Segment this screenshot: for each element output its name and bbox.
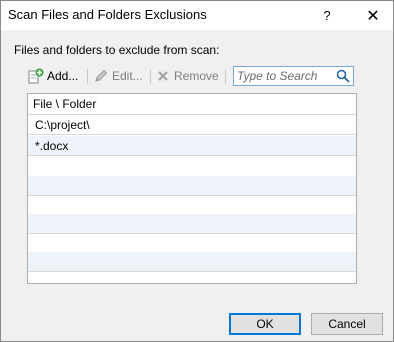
empty-row [28, 252, 356, 272]
remove-x-icon [155, 68, 171, 84]
search-icon[interactable] [336, 69, 350, 83]
empty-row [28, 176, 356, 196]
empty-row [28, 271, 356, 283]
dialog-title: Scan Files and Folders Exclusions [8, 7, 207, 22]
list-item[interactable]: C:\project\ [28, 115, 356, 135]
toolbar-separator [225, 69, 226, 84]
group-label: Files and folders to exclude from scan: [14, 43, 220, 57]
add-icon [28, 68, 44, 84]
exclusions-dialog: Scan Files and Folders Exclusions ? ✕ Fi… [0, 0, 394, 342]
empty-row [28, 157, 356, 177]
toolbar-separator [87, 69, 88, 84]
remove-label: Remove [174, 69, 219, 83]
toolbar-separator [150, 69, 151, 84]
remove-button[interactable]: Remove [155, 65, 219, 87]
ok-button[interactable]: OK [229, 313, 301, 335]
title-bar: Scan Files and Folders Exclusions ? ✕ [1, 1, 393, 30]
search-input[interactable] [237, 68, 335, 84]
add-label: Add... [47, 69, 79, 83]
column-header-file-folder[interactable]: File \ Folder [28, 94, 356, 115]
close-button[interactable]: ✕ [353, 1, 393, 30]
edit-button[interactable]: Edit... [93, 65, 143, 87]
empty-row [28, 233, 356, 253]
pencil-icon [93, 68, 109, 84]
add-button[interactable]: Add... [28, 65, 78, 87]
empty-row [28, 195, 356, 215]
cancel-button[interactable]: Cancel [311, 313, 383, 335]
help-button[interactable]: ? [307, 1, 347, 30]
exclusions-list[interactable]: File \ Folder C:\project\ *.docx [27, 93, 357, 284]
edit-label: Edit... [112, 69, 143, 83]
search-box[interactable] [233, 66, 354, 86]
list-toolbar: Add... Edit... Remove [27, 65, 357, 87]
list-item[interactable]: *.docx [28, 136, 356, 156]
empty-row [28, 214, 356, 234]
